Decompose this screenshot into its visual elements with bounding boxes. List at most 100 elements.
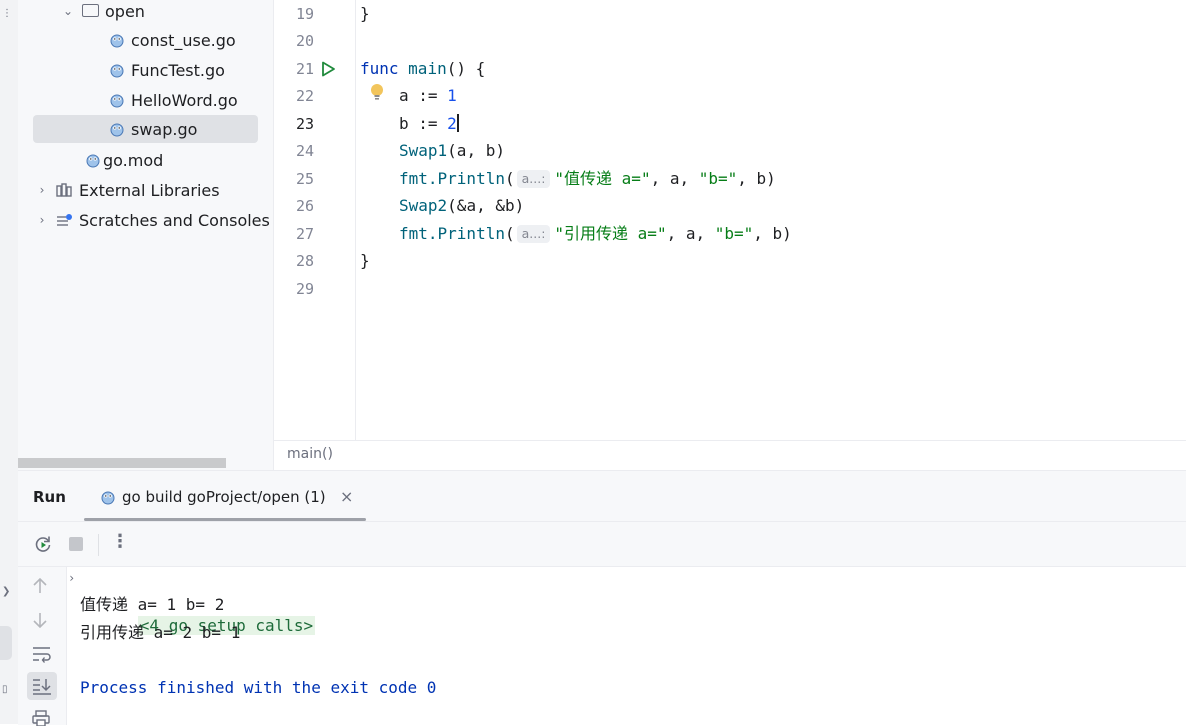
console-output-line: 值传递 a= 1 b= 2 (80, 595, 225, 614)
tree-item-label: HelloWord.go (131, 90, 238, 110)
line-number: 20 (295, 32, 314, 50)
tree-item-scratches[interactable]: › Scratches and Consoles (18, 206, 273, 234)
code-line-24: Swap1(a, b) (399, 140, 505, 162)
code-text: , b) (737, 169, 776, 188)
line-number: 26 (295, 197, 314, 215)
run-tab-label: go build goProject/open (1) (122, 488, 326, 506)
code-text: ( (504, 224, 515, 243)
run-main-icon[interactable] (320, 61, 336, 77)
editor-gutter: 19 20 21 22 23 24 25 26 27 28 29 (274, 0, 356, 440)
line-number: 25 (295, 170, 314, 188)
tree-item-label: const_use.go (131, 30, 236, 50)
tree-item-label: External Libraries (79, 180, 220, 200)
tree-item-external-libraries[interactable]: › External Libraries (18, 176, 273, 204)
function-call: Swap1 (399, 141, 448, 160)
scroll-to-end-icon[interactable] (32, 677, 52, 695)
code-text: , a, (650, 169, 699, 188)
active-tab-indicator (84, 518, 366, 521)
stop-icon[interactable] (67, 535, 85, 553)
scratches-icon (57, 213, 72, 226)
chevron-right-icon[interactable]: › (36, 213, 48, 227)
arrow-down-icon[interactable] (32, 611, 48, 629)
function-call: Println (437, 224, 505, 243)
code-text: () { (446, 59, 486, 78)
string-literal: "引用传递 a=" (554, 224, 667, 243)
code-line-25: fmt.Println(a...: "值传递 a=", a, "b=", b) (399, 168, 776, 190)
process-finished-line: Process finished with the exit code 0 (80, 678, 437, 697)
tree-item-open-folder[interactable]: ⌄ open (18, 0, 273, 25)
code-line-27: fmt.Println(a...: "引用传递 a=", a, "b=", b) (399, 223, 792, 245)
line-number: 28 (295, 252, 314, 270)
project-tree: ⌄ open const_use.go FuncTest.go HelloWor… (18, 0, 274, 470)
number-literal: 2 (447, 114, 457, 133)
operator: := (408, 114, 448, 133)
code-line-23: b := 2 (399, 113, 459, 135)
line-number: 29 (295, 280, 314, 298)
arrow-up-icon[interactable] (32, 577, 48, 595)
run-config-tab[interactable]: go build goProject/open (1) (100, 488, 326, 506)
tree-item-label: FuncTest.go (131, 60, 225, 80)
console-output[interactable]: › <4 go setup calls> 值传递 a= 1 b= 2 引用传递 … (68, 566, 1180, 725)
line-number: 27 (295, 225, 314, 243)
horizontal-scrollbar[interactable] (18, 458, 226, 468)
line-number-current: 23 (295, 115, 314, 133)
terminal-icon[interactable]: ▯ (2, 684, 8, 695)
code-line-26: Swap2(&a, &b) (399, 195, 524, 217)
code-line-28: } (360, 250, 370, 272)
function-name: main (408, 59, 447, 78)
console-side-toolbar (18, 567, 67, 726)
code-text: , a, (666, 224, 715, 243)
go-file-icon (110, 64, 124, 78)
lightbulb-icon[interactable] (370, 83, 384, 103)
left-tool-strip: ⋮ ❯ ▯ (0, 0, 19, 724)
code-text: ( (504, 169, 515, 188)
go-mod-icon (86, 154, 100, 168)
text-caret (456, 114, 459, 132)
code-editor[interactable]: 19 20 21 22 23 24 25 26 27 28 29 } func … (274, 0, 1186, 440)
parameter-hint: a...: (516, 225, 551, 243)
tree-item-swap[interactable]: swap.go (18, 115, 273, 143)
string-literal: "b=" (698, 169, 738, 188)
services-icon[interactable]: ❯ (2, 586, 10, 597)
chevron-down-icon[interactable]: ⌄ (62, 4, 74, 18)
brace: } (360, 4, 370, 23)
parameter-hint: a...: (516, 170, 551, 188)
code-line-19: } (360, 3, 370, 25)
string-literal: "值传递 a=" (554, 169, 651, 188)
code-text: (a, b) (447, 141, 505, 160)
dots-icon[interactable]: ⋮ (2, 8, 12, 19)
code-line-22: a := 1 (399, 85, 457, 107)
console-output-line: 引用传递 a= 2 b= 1 (80, 623, 241, 642)
tree-item-const-use[interactable]: const_use.go (18, 26, 273, 54)
run-tool-window-button[interactable] (0, 626, 12, 660)
operator: := (408, 86, 448, 105)
run-tool-window: Run go build goProject/open (1) × ⋮ › <4… (18, 470, 1186, 726)
chevron-right-icon[interactable]: › (36, 183, 48, 197)
run-panel-title: Run (33, 488, 66, 506)
line-number: 22 (295, 87, 314, 105)
soft-wrap-icon[interactable] (32, 645, 52, 663)
chevron-right-icon[interactable]: › (68, 566, 75, 590)
line-number: 24 (295, 142, 314, 160)
function-call: Swap2 (399, 196, 448, 215)
tree-item-functest[interactable]: FuncTest.go (18, 56, 273, 84)
tree-item-helloword[interactable]: HelloWord.go (18, 86, 273, 114)
variable: a (399, 86, 409, 105)
package-name: fmt. (399, 169, 438, 188)
tree-item-go-mod[interactable]: go.mod (18, 146, 273, 174)
rerun-icon[interactable] (33, 534, 53, 554)
run-toolbar: ⋮ (18, 522, 1186, 567)
setup-calls-line[interactable]: › <4 go setup calls> (68, 566, 316, 635)
number-literal: 1 (447, 86, 457, 105)
more-options-icon[interactable]: ⋮ (111, 531, 129, 552)
close-icon[interactable]: × (340, 487, 353, 506)
tree-item-label: go.mod (103, 150, 164, 170)
go-file-icon (110, 34, 124, 48)
tree-item-label: Scratches and Consoles (79, 210, 270, 230)
package-name: fmt. (399, 224, 438, 243)
string-literal: "b=" (714, 224, 754, 243)
go-file-icon (110, 123, 124, 137)
library-icon (56, 183, 72, 197)
breadcrumb-item-main[interactable]: main() (287, 446, 333, 462)
run-header: Run go build goProject/open (1) × (18, 471, 1186, 522)
